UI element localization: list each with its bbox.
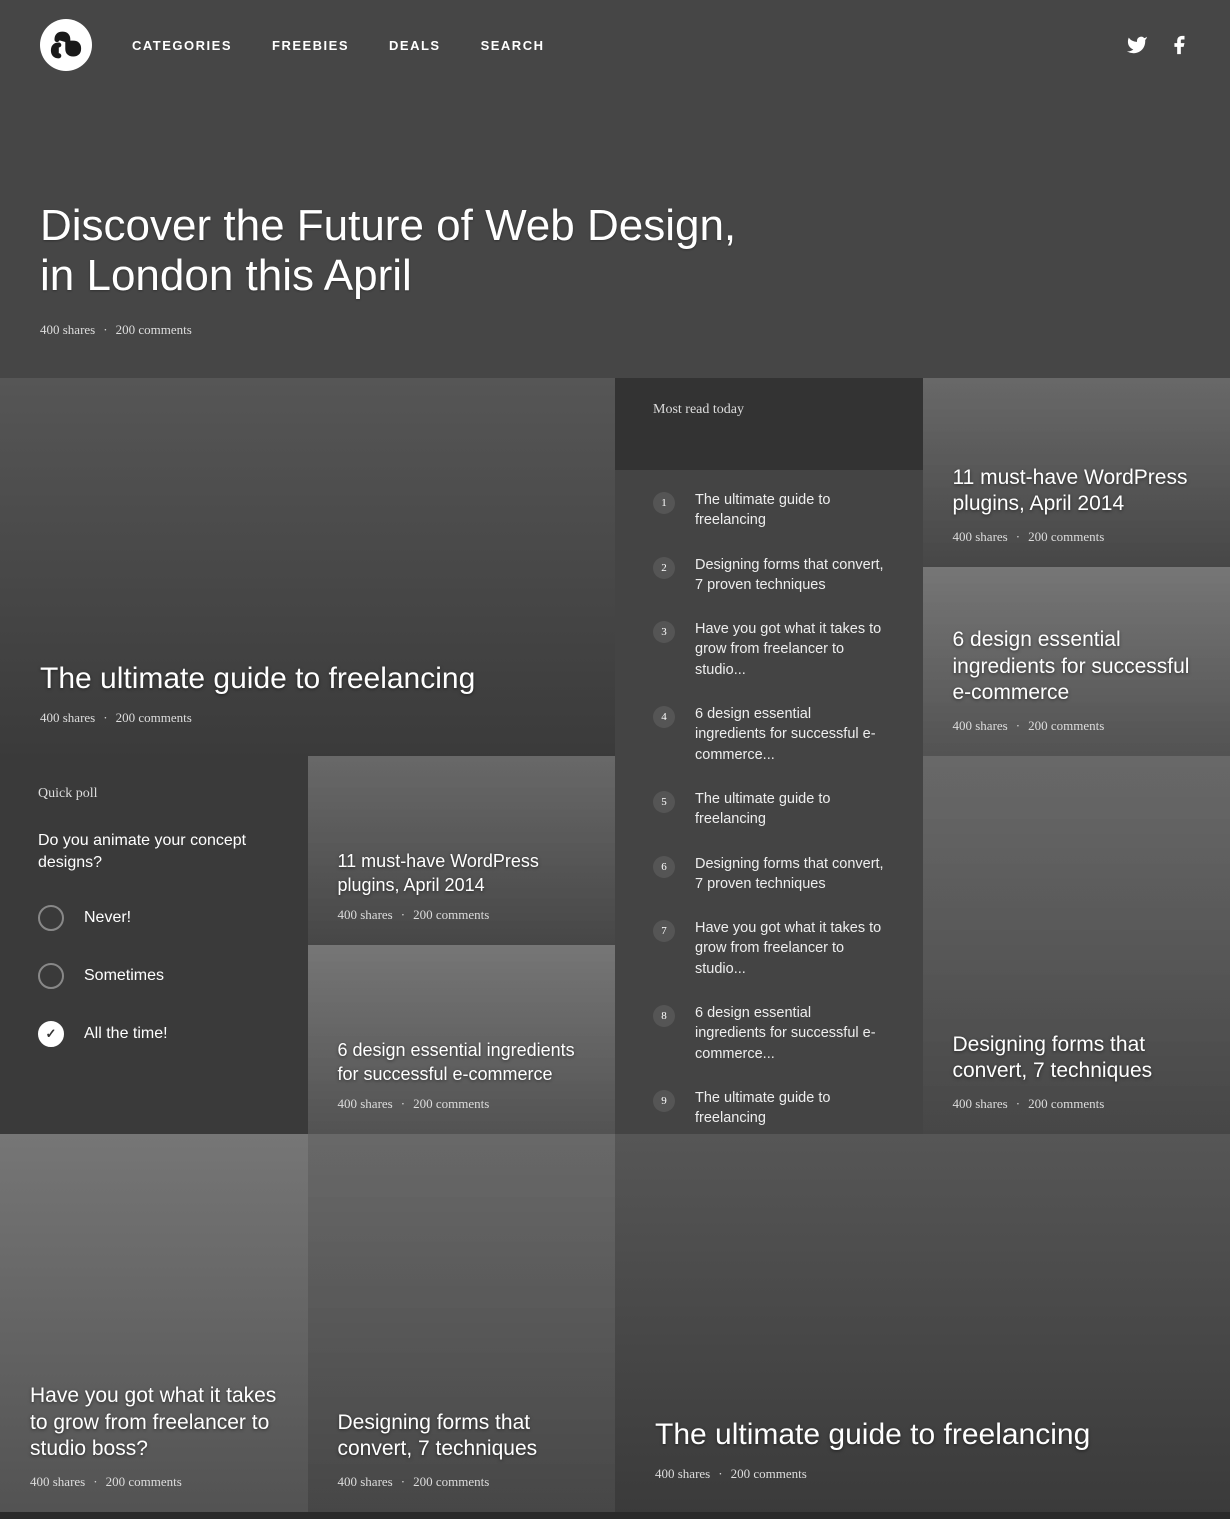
tile-comments: 200 comments bbox=[731, 1466, 807, 1481]
navbar: CATEGORIES FREEBIES DEALS SEARCH bbox=[40, 0, 1190, 90]
most-read-rank: 3 bbox=[653, 621, 675, 643]
most-read-rank: 2 bbox=[653, 557, 675, 579]
nav-deals[interactable]: DEALS bbox=[389, 38, 441, 53]
most-read-rank: 1 bbox=[653, 492, 675, 514]
article-tile-freelancing-guide[interactable]: The ultimate guide to freelancing 400 sh… bbox=[0, 378, 615, 756]
tile-comments: 200 comments bbox=[413, 1096, 489, 1111]
article-tile-ecommerce-2[interactable]: 6 design essential ingredients for succe… bbox=[308, 945, 616, 1134]
hero-content: Discover the Future of Web Design, in Lo… bbox=[40, 201, 1190, 338]
twitter-icon[interactable] bbox=[1126, 34, 1148, 56]
most-read-panel: Most read today 1 The ultimate guide to f… bbox=[615, 378, 923, 1134]
article-tile-forms-convert-2[interactable]: Designing forms that convert, 7 techniqu… bbox=[308, 1134, 616, 1512]
tile-title: 11 must-have WordPress plugins, April 20… bbox=[953, 465, 1201, 518]
tile-comments: 200 comments bbox=[413, 907, 489, 922]
most-read-item[interactable]: 2 Designing forms that convert, 7 proven … bbox=[653, 555, 885, 596]
tile-title: The ultimate guide to freelancing bbox=[40, 662, 575, 696]
most-read-title: 6 design essential ingredients for succe… bbox=[695, 704, 885, 765]
most-read-item[interactable]: 7 Have you got what it takes to grow from… bbox=[653, 918, 885, 979]
hero-shares: 400 shares bbox=[40, 322, 95, 337]
radio-icon bbox=[38, 905, 64, 931]
article-tile-wordpress-plugins-2[interactable]: 11 must-have WordPress plugins, April 20… bbox=[308, 756, 616, 945]
poll-option[interactable]: All the time! bbox=[38, 1021, 270, 1047]
hero-meta: 400 shares·200 comments bbox=[40, 322, 1190, 338]
tile-shares: 400 shares bbox=[338, 907, 393, 922]
most-read-item[interactable]: 6 Designing forms that convert, 7 proven … bbox=[653, 854, 885, 895]
tile-shares: 400 shares bbox=[30, 1474, 85, 1489]
logo-icon bbox=[48, 27, 84, 63]
tile-shares: 400 shares bbox=[40, 710, 95, 725]
nav-freebies[interactable]: FREEBIES bbox=[272, 38, 349, 53]
tile-shares: 400 shares bbox=[953, 529, 1008, 544]
most-read-title: Have you got what it takes to grow from … bbox=[695, 619, 885, 680]
nav-categories[interactable]: CATEGORIES bbox=[132, 38, 232, 53]
most-read-title: The ultimate guide to freelancing bbox=[695, 789, 885, 830]
most-read-item[interactable]: 8 6 design essential ingredients for succ… bbox=[653, 1003, 885, 1064]
tile-shares: 400 shares bbox=[953, 1096, 1008, 1111]
most-read-rank: 4 bbox=[653, 706, 675, 728]
tile-comments: 200 comments bbox=[1028, 718, 1104, 733]
nav-search[interactable]: SEARCH bbox=[481, 38, 545, 53]
tile-comments: 200 comments bbox=[413, 1474, 489, 1489]
poll-option-label: Sometimes bbox=[84, 967, 164, 985]
hero-comments: 200 comments bbox=[116, 322, 192, 337]
poll-option-label: All the time! bbox=[84, 1025, 168, 1043]
tile-shares: 400 shares bbox=[338, 1474, 393, 1489]
most-read-item[interactable]: 1 The ultimate guide to freelancing bbox=[653, 490, 885, 531]
tile-comments: 200 comments bbox=[1028, 529, 1104, 544]
most-read-rank: 7 bbox=[653, 920, 675, 942]
article-tile-ecommerce-ingredients[interactable]: 6 design essential ingredients for succe… bbox=[923, 567, 1230, 756]
tile-title: The ultimate guide to freelancing bbox=[655, 1418, 1190, 1452]
most-read-title: The ultimate guide to freelancing bbox=[695, 1088, 885, 1129]
tile-title: Designing forms that convert, 7 techniqu… bbox=[953, 1032, 1201, 1085]
most-read-title: Have you got what it takes to grow from … bbox=[695, 918, 885, 979]
tile-shares: 400 shares bbox=[953, 718, 1008, 733]
poll-heading: Quick poll bbox=[38, 786, 270, 802]
most-read-title: The ultimate guide to freelancing bbox=[695, 490, 885, 531]
logo[interactable] bbox=[40, 19, 92, 71]
most-read-rank: 5 bbox=[653, 791, 675, 813]
facebook-icon[interactable] bbox=[1168, 34, 1190, 56]
tile-shares: 400 shares bbox=[338, 1096, 393, 1111]
article-tile-wordpress-plugins[interactable]: 11 must-have WordPress plugins, April 20… bbox=[923, 378, 1230, 567]
quick-poll-panel: Quick poll Do you animate your concept d… bbox=[0, 756, 308, 1134]
article-tile-forms-convert[interactable]: Designing forms that convert, 7 techniqu… bbox=[923, 756, 1230, 1134]
most-read-title: 6 design essential ingredients for succe… bbox=[695, 1003, 885, 1064]
poll-question: Do you animate your concept designs? bbox=[38, 830, 270, 875]
tile-comments: 200 comments bbox=[1028, 1096, 1104, 1111]
radio-icon bbox=[38, 1021, 64, 1047]
article-tile-studio-boss[interactable]: Have you got what it takes to grow from … bbox=[0, 1134, 308, 1512]
tile-title: 6 design essential ingredients for succe… bbox=[953, 627, 1201, 706]
hero-title: Discover the Future of Web Design, in Lo… bbox=[40, 201, 1190, 302]
nav-links: CATEGORIES FREEBIES DEALS SEARCH bbox=[132, 38, 544, 53]
social-links bbox=[1126, 34, 1190, 56]
tile-title: 6 design essential ingredients for succe… bbox=[338, 1039, 586, 1086]
content-grid: The ultimate guide to freelancing 400 sh… bbox=[0, 378, 1230, 1512]
most-read-title: Designing forms that convert, 7 proven t… bbox=[695, 854, 885, 895]
poll-option[interactable]: Never! bbox=[38, 905, 270, 931]
tile-title: 11 must-have WordPress plugins, April 20… bbox=[338, 850, 586, 897]
poll-option-label: Never! bbox=[84, 909, 131, 927]
most-read-item[interactable]: 5 The ultimate guide to freelancing bbox=[653, 789, 885, 830]
most-read-item[interactable]: 3 Have you got what it takes to grow from… bbox=[653, 619, 885, 680]
most-read-title: Designing forms that convert, 7 proven t… bbox=[695, 555, 885, 596]
tile-comments: 200 comments bbox=[106, 1474, 182, 1489]
most-read-rank: 6 bbox=[653, 856, 675, 878]
poll-option[interactable]: Sometimes bbox=[38, 963, 270, 989]
article-tile-freelancing-guide-2[interactable]: The ultimate guide to freelancing 400 sh… bbox=[615, 1134, 1230, 1512]
most-read-rank: 9 bbox=[653, 1090, 675, 1112]
hero-banner[interactable]: CATEGORIES FREEBIES DEALS SEARCH Discove… bbox=[0, 0, 1230, 378]
tile-comments: 200 comments bbox=[116, 710, 192, 725]
most-read-rank: 8 bbox=[653, 1005, 675, 1027]
tile-title: Have you got what it takes to grow from … bbox=[30, 1383, 278, 1462]
radio-icon bbox=[38, 963, 64, 989]
most-read-heading: Most read today bbox=[653, 402, 885, 418]
most-read-item[interactable]: 4 6 design essential ingredients for succ… bbox=[653, 704, 885, 765]
most-read-item[interactable]: 9 The ultimate guide to freelancing bbox=[653, 1088, 885, 1129]
tile-title: Designing forms that convert, 7 techniqu… bbox=[338, 1410, 586, 1463]
tile-shares: 400 shares bbox=[655, 1466, 710, 1481]
